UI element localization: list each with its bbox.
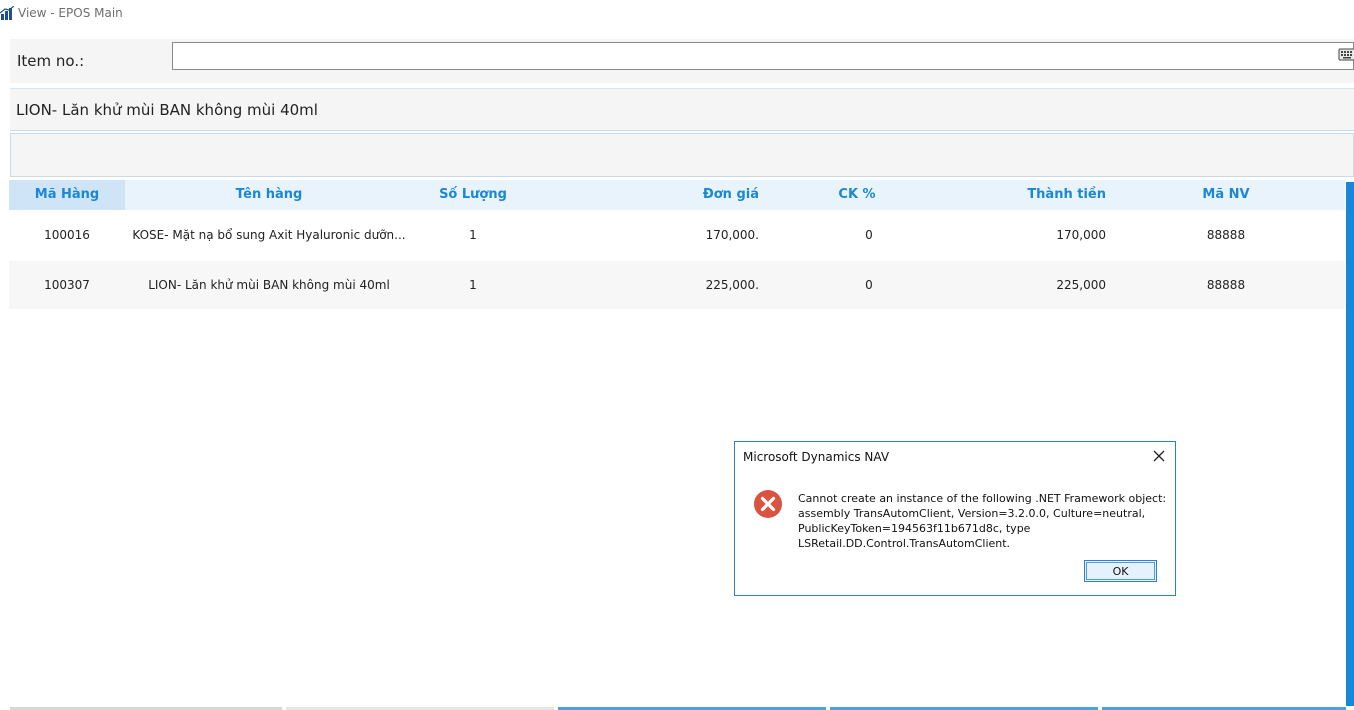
dialog-message: Cannot create an instance of the followi… xyxy=(798,491,1167,551)
cell-unit-price: 170,000. xyxy=(705,228,759,242)
cell-quantity: 1 xyxy=(469,228,477,242)
cell-quantity: 1 xyxy=(469,278,477,292)
item-entry-row: Item no.: xyxy=(10,39,1354,83)
column-header-code[interactable]: Mã Hàng xyxy=(9,180,125,210)
column-header-name[interactable]: Tên hàng xyxy=(125,180,413,210)
ok-button[interactable]: OK xyxy=(1084,560,1157,582)
cell-code: 100016 xyxy=(44,228,90,242)
cell-staff: 88888 xyxy=(1206,278,1246,292)
dialog-message-line: assembly TransAutomClient, Version=3.2.0… xyxy=(798,507,1146,520)
epos-main-window: View - EPOS Main Item no.: LION- Lăn khử… xyxy=(0,0,1354,710)
info-panel xyxy=(10,133,1354,177)
grid-header: Mã Hàng Tên hàng Số Lượng Đơn giá CK % T… xyxy=(9,180,1345,210)
table-row[interactable]: 100016 KOSE- Mặt nạ bổ sung Axit Hyaluro… xyxy=(9,211,1345,259)
dialog-message-line: PublicKeyToken=194563f11b671d8c, type xyxy=(798,522,1031,535)
title-bar: View - EPOS Main xyxy=(0,0,1354,28)
cell-unit-price: 225,000. xyxy=(705,278,759,292)
item-no-label: Item no.: xyxy=(17,52,85,70)
cell-name: LION- Lăn khử mùi BAN không mùi 40ml xyxy=(148,278,390,292)
column-header-discount[interactable]: CK % xyxy=(789,180,925,210)
error-dialog: Microsoft Dynamics NAV Cannot create an … xyxy=(734,441,1176,596)
table-row[interactable]: 100307 LION- Lăn khử mùi BAN không mùi 4… xyxy=(9,261,1345,309)
grid-scrollbar[interactable] xyxy=(1346,182,1354,706)
cell-amount: 170,000 xyxy=(1056,228,1106,242)
keyboard-icon[interactable] xyxy=(1338,45,1354,63)
dialog-message-line: Cannot create an instance of the followi… xyxy=(798,492,1167,505)
cell-staff: 88888 xyxy=(1206,228,1246,242)
close-icon[interactable] xyxy=(1151,448,1167,464)
dialog-message-line: LSRetail.DD.Control.TransAutomClient. xyxy=(798,537,1011,550)
item-description: LION- Lăn khử mùi BAN không mùi 40ml xyxy=(16,101,318,119)
cell-name: KOSE- Mặt nạ bổ sung Axit Hyaluronic dưỡ… xyxy=(132,228,406,242)
cell-discount: 0 xyxy=(865,278,873,292)
cell-amount: 225,000 xyxy=(1056,278,1106,292)
app-chart-icon xyxy=(0,6,14,20)
item-no-input[interactable] xyxy=(172,42,1354,70)
item-description-panel: LION- Lăn khử mùi BAN không mùi 40ml xyxy=(10,88,1354,131)
column-header-amount[interactable]: Thành tiền xyxy=(945,180,1106,210)
window-title: View - EPOS Main xyxy=(18,6,123,20)
column-header-staff[interactable]: Mã NV xyxy=(1166,180,1286,210)
error-icon xyxy=(754,490,782,518)
column-header-quantity[interactable]: Số Lượng xyxy=(413,180,533,210)
cell-code: 100307 xyxy=(44,278,90,292)
column-header-unit-price[interactable]: Đơn giá xyxy=(609,180,759,210)
dialog-title: Microsoft Dynamics NAV xyxy=(743,450,890,464)
cell-discount: 0 xyxy=(865,228,873,242)
